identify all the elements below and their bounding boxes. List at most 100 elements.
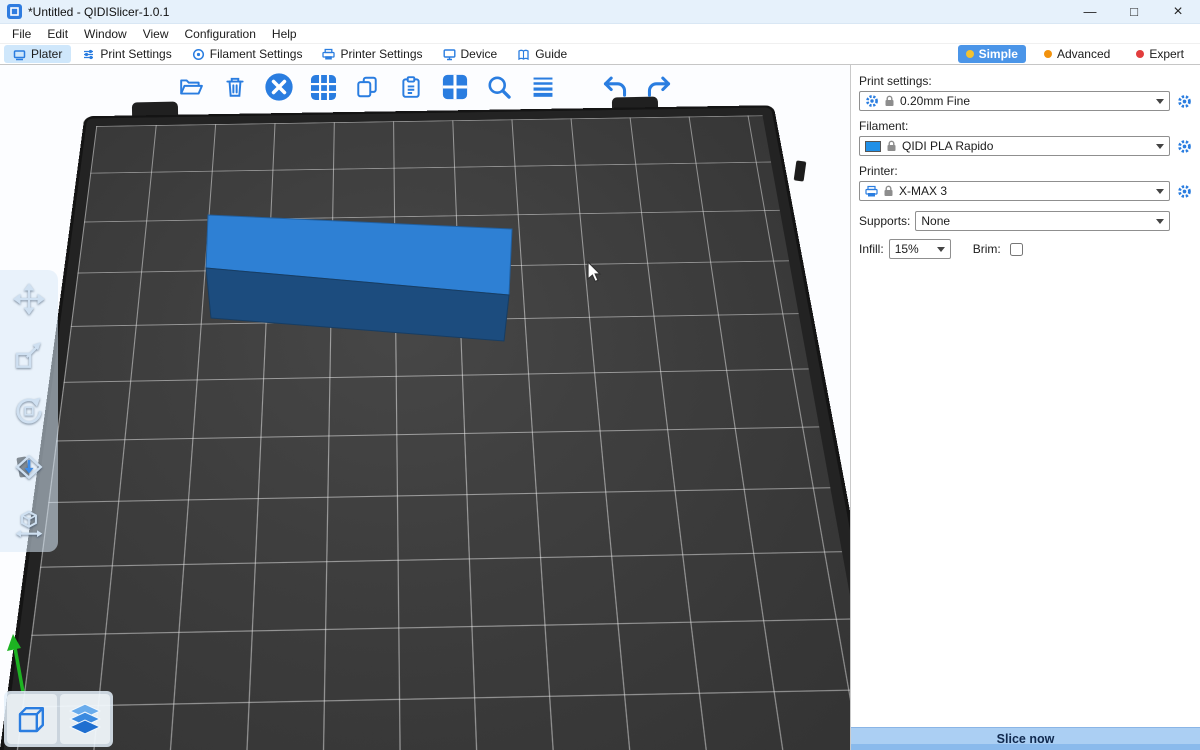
printer-icon	[865, 185, 878, 198]
app-icon	[7, 4, 22, 19]
move-gizmo-button[interactable]	[6, 276, 52, 322]
undo-button[interactable]	[597, 69, 633, 105]
open-project-button[interactable]	[173, 69, 209, 105]
expert-mode-dot-icon	[1136, 50, 1144, 58]
mode-simple[interactable]: Simple	[958, 45, 1026, 63]
menu-configuration[interactable]: Configuration	[177, 25, 264, 43]
copy-icon	[355, 75, 379, 99]
scale-gizmo-button[interactable]	[6, 332, 52, 378]
paste-button[interactable]	[393, 69, 429, 105]
mode-selector: Simple Advanced Expert	[958, 45, 1192, 63]
variable-layer-height-button[interactable]	[525, 69, 561, 105]
tab-label: Plater	[31, 47, 62, 61]
tab-label: Device	[461, 47, 498, 61]
brim-checkbox[interactable]	[1010, 243, 1023, 256]
gizmo-toolbar	[0, 270, 58, 552]
guide-icon	[517, 48, 530, 61]
variable-layer-height-icon	[530, 74, 556, 100]
open-folder-icon	[179, 75, 203, 99]
measure-gizmo-button[interactable]	[6, 500, 52, 546]
tab-plater[interactable]: Plater	[4, 45, 71, 63]
mode-label: Advanced	[1057, 47, 1110, 61]
printer-row: X-MAX 3	[859, 181, 1194, 201]
print-settings-icon	[82, 48, 95, 61]
move-icon	[13, 283, 45, 315]
slice-now-button[interactable]: Slice now	[851, 727, 1200, 750]
plater-toolbar	[0, 69, 850, 105]
undo-icon	[601, 73, 629, 101]
dropdown-caret-icon	[1156, 144, 1164, 153]
print-settings-combo[interactable]: 0.20mm Fine	[859, 91, 1170, 111]
preview-layers-icon	[67, 701, 103, 737]
menu-view[interactable]: View	[135, 25, 177, 43]
filament-value: QIDI PLA Rapido	[902, 139, 993, 153]
gear-icon	[865, 94, 879, 108]
menu-window[interactable]: Window	[76, 25, 135, 43]
gear-icon	[1177, 94, 1192, 109]
mode-label: Simple	[979, 47, 1018, 61]
printer-gear-button[interactable]	[1174, 181, 1194, 201]
device-icon	[443, 48, 456, 61]
place-on-face-gizmo-button[interactable]	[6, 444, 52, 490]
filament-settings-icon	[192, 48, 205, 61]
printer-combo[interactable]: X-MAX 3	[859, 181, 1170, 201]
scale-icon	[13, 339, 45, 371]
tab-label: Guide	[535, 47, 567, 61]
tab-label: Printer Settings	[340, 47, 422, 61]
mode-advanced[interactable]: Advanced	[1036, 45, 1118, 63]
3d-editor-view-icon	[14, 701, 50, 737]
copy-button[interactable]	[349, 69, 385, 105]
rotate-gizmo-button[interactable]	[6, 388, 52, 434]
print-bed[interactable]	[0, 108, 850, 750]
infill-value: 15%	[895, 242, 919, 256]
lock-icon	[886, 140, 897, 152]
dropdown-caret-icon	[1156, 99, 1164, 108]
print-settings-row: 0.20mm Fine	[859, 91, 1194, 111]
supports-combo[interactable]: None	[915, 211, 1170, 231]
dropdown-caret-icon	[1156, 189, 1164, 198]
preview-view-button[interactable]	[60, 694, 110, 744]
menu-help[interactable]: Help	[264, 25, 305, 43]
delete-all-button[interactable]	[261, 69, 297, 105]
redo-button[interactable]	[641, 69, 677, 105]
simple-mode-dot-icon	[966, 50, 974, 58]
window-title: *Untitled - QIDISlicer-1.0.1	[28, 5, 169, 19]
menu-file[interactable]: File	[4, 25, 39, 43]
toolbar-separator	[569, 87, 589, 88]
filament-label: Filament:	[859, 119, 1194, 133]
split-objects-icon	[441, 73, 469, 101]
3d-viewport[interactable]	[0, 65, 850, 750]
menu-edit[interactable]: Edit	[39, 25, 76, 43]
window-controls: — □ ×	[1068, 0, 1200, 23]
plater-icon	[13, 48, 26, 61]
gear-icon	[1177, 139, 1192, 154]
infill-brim-row: Infill: 15% Brim:	[859, 239, 1194, 259]
menu-bar: File Edit Window View Configuration Help	[0, 24, 1200, 44]
3d-editor-view-button[interactable]	[7, 694, 57, 744]
printer-value: X-MAX 3	[899, 184, 947, 198]
tab-printer-settings[interactable]: Printer Settings	[313, 45, 431, 63]
print-settings-label: Print settings:	[859, 74, 1194, 88]
maximize-button[interactable]: □	[1112, 0, 1156, 23]
advanced-mode-dot-icon	[1044, 50, 1052, 58]
delete-button[interactable]	[217, 69, 253, 105]
brim-label: Brim:	[973, 242, 1001, 256]
mode-expert[interactable]: Expert	[1128, 45, 1192, 63]
minimize-button[interactable]: —	[1068, 0, 1112, 23]
tab-guide[interactable]: Guide	[508, 45, 576, 63]
tab-bar: Plater Print Settings Filament Settings …	[0, 44, 1200, 65]
settings-panel-body: Print settings: 0.20mm Fine Filament: QI…	[851, 65, 1200, 727]
printer-label: Printer:	[859, 164, 1194, 178]
tab-filament-settings[interactable]: Filament Settings	[183, 45, 312, 63]
print-settings-gear-button[interactable]	[1174, 91, 1194, 111]
tab-print-settings[interactable]: Print Settings	[73, 45, 180, 63]
close-button[interactable]: ×	[1156, 0, 1200, 23]
infill-combo[interactable]: 15%	[889, 239, 951, 259]
split-objects-button[interactable]	[437, 69, 473, 105]
arrange-button[interactable]	[305, 69, 341, 105]
filament-gear-button[interactable]	[1174, 136, 1194, 156]
filament-combo[interactable]: QIDI PLA Rapido	[859, 136, 1170, 156]
bed-side-clip	[794, 160, 807, 181]
tab-device[interactable]: Device	[434, 45, 507, 63]
search-button[interactable]	[481, 69, 517, 105]
